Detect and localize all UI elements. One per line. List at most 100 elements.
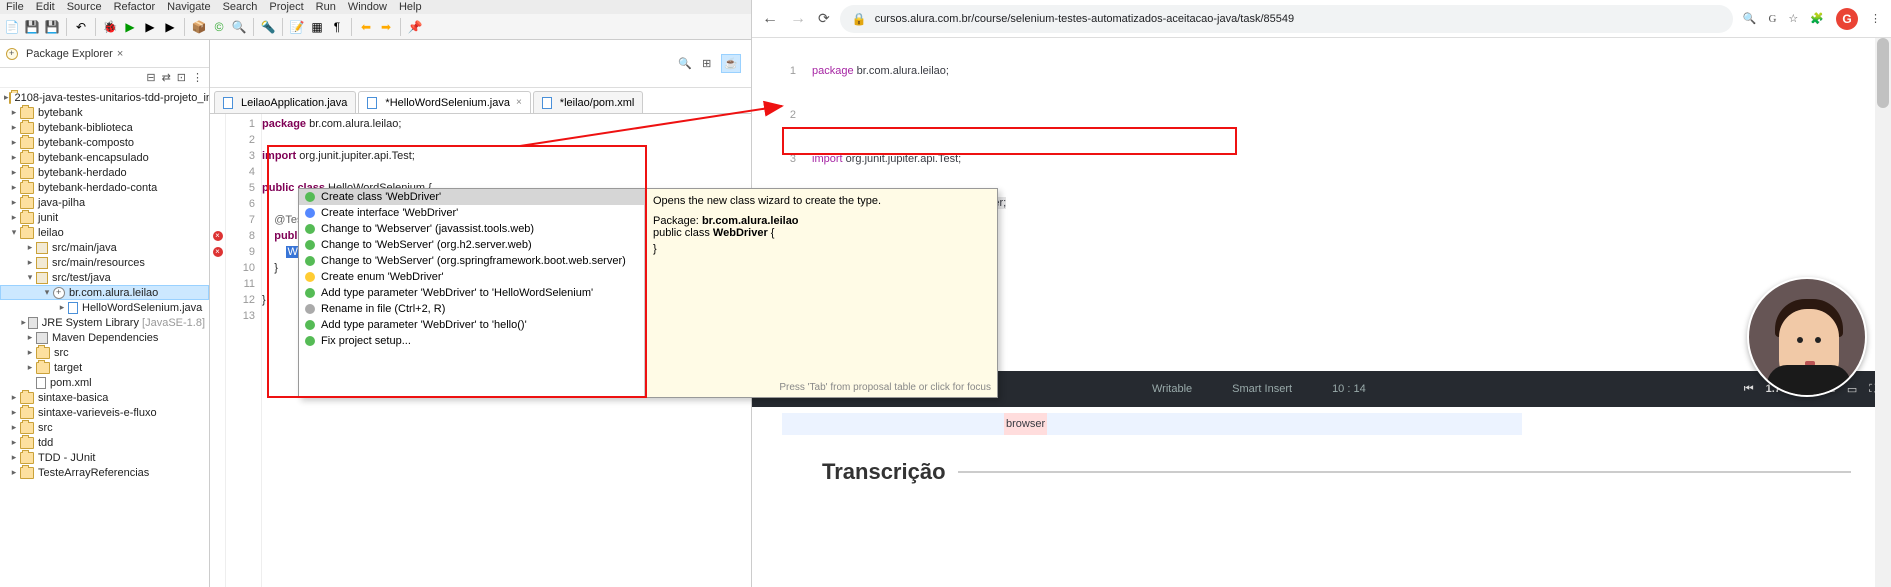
menu-project[interactable]: Project: [269, 1, 303, 13]
quick-fix-item[interactable]: Change to 'WebServer' (org.springframewo…: [299, 253, 644, 269]
quick-fix-item[interactable]: Change to 'Webserver' (javassist.tools.w…: [299, 221, 644, 237]
run-last-icon[interactable]: ▶: [162, 19, 178, 35]
menu-icon[interactable]: ⋮: [1870, 12, 1881, 25]
menu-help[interactable]: Help: [399, 1, 422, 13]
new-class-icon[interactable]: ©: [211, 19, 227, 35]
open-type-icon[interactable]: 🔍: [231, 19, 247, 35]
save-icon[interactable]: 💾: [24, 19, 40, 35]
tree-item[interactable]: ▸TesteArrayReferencias: [0, 465, 209, 480]
menu-refactor[interactable]: Refactor: [114, 1, 156, 13]
bookmark-icon[interactable]: ☆: [1788, 12, 1798, 25]
quick-fix-item[interactable]: Create class 'WebDriver': [299, 189, 644, 205]
editor-tab[interactable]: LeilaoApplication.java: [214, 91, 356, 113]
translate-icon[interactable]: G: [1768, 13, 1776, 25]
tree-item[interactable]: ▸src: [0, 345, 209, 360]
extensions-icon[interactable]: 🧩: [1810, 12, 1824, 25]
pin-icon[interactable]: 📌: [407, 19, 423, 35]
editor-tab[interactable]: *HelloWordSelenium.java×: [358, 91, 530, 113]
close-tab-icon[interactable]: ×: [516, 97, 522, 108]
project-tree[interactable]: ▸2108-java-testes-unitarios-tdd-projeto_…: [0, 88, 209, 587]
editor-tab[interactable]: *leilao/pom.xml: [533, 91, 644, 113]
quick-fix-list[interactable]: Create class 'WebDriver'Create interface…: [299, 189, 645, 397]
folder-icon: [9, 92, 11, 104]
prev-icon[interactable]: ⏮: [1744, 383, 1754, 396]
close-view-icon[interactable]: ×: [117, 48, 123, 60]
tree-item[interactable]: ▾src/test/java: [0, 270, 209, 285]
new-icon[interactable]: 📄: [4, 19, 20, 35]
tree-item[interactable]: ▸src: [0, 420, 209, 435]
toggle-mark-icon[interactable]: 📝: [289, 19, 305, 35]
address-bar[interactable]: 🔒 cursos.alura.com.br/course/selenium-te…: [840, 5, 1733, 33]
run-icon[interactable]: ▶: [122, 19, 138, 35]
tree-item[interactable]: ▸bytebank-herdado: [0, 165, 209, 180]
profile-avatar[interactable]: G: [1836, 8, 1858, 30]
view-menu-icon[interactable]: ⋮: [192, 71, 203, 84]
zoom-icon[interactable]: 🔍: [1743, 12, 1757, 25]
tree-item[interactable]: ▸bytebank: [0, 105, 209, 120]
quick-fix-doc: Opens the new class wizard to create the…: [645, 189, 997, 397]
doc-hint: Press 'Tab' from proposal table or click…: [779, 382, 991, 393]
tree-item[interactable]: ▸bytebank-composto: [0, 135, 209, 150]
tree-item[interactable]: ▸bytebank-biblioteca: [0, 120, 209, 135]
tree-item[interactable]: ▸java-pilha: [0, 195, 209, 210]
tree-item[interactable]: ▾leilao: [0, 225, 209, 240]
line-numbers: 12345 678910 111213: [226, 114, 262, 587]
tree-item[interactable]: ▸bytebank-herdado-conta: [0, 180, 209, 195]
java-perspective-icon[interactable]: ☕: [721, 54, 741, 73]
debug-icon[interactable]: 🐞: [102, 19, 118, 35]
coverage-icon[interactable]: ▶: [142, 19, 158, 35]
quick-fix-item[interactable]: Change to 'WebServer' (org.h2.server.web…: [299, 237, 644, 253]
quick-fix-item[interactable]: Add type parameter 'WebDriver' to 'Hello…: [299, 285, 644, 301]
url-text: cursos.alura.com.br/course/selenium-test…: [875, 13, 1294, 25]
error-marker-icon[interactable]: ×: [213, 231, 223, 241]
new-package-icon[interactable]: 📦: [191, 19, 207, 35]
tree-item[interactable]: ▸HelloWordSelenium.java: [0, 300, 209, 315]
tree-item[interactable]: pom.xml: [0, 375, 209, 390]
menu-navigate[interactable]: Navigate: [167, 1, 210, 13]
tree-item[interactable]: ▸target: [0, 360, 209, 375]
tree-item[interactable]: ▸src/main/java: [0, 240, 209, 255]
scrollbar-thumb[interactable]: [1877, 38, 1889, 108]
toggle-block-icon[interactable]: ▦: [309, 19, 325, 35]
tree-item[interactable]: ▸2108-java-testes-unitarios-tdd-projeto_…: [0, 90, 209, 105]
collapse-all-icon[interactable]: ⊟: [146, 71, 155, 84]
proposal-icon: [305, 320, 315, 330]
nav-fwd-icon[interactable]: ➡: [378, 19, 394, 35]
link-editor-icon[interactable]: ⇄: [162, 71, 171, 84]
nav-back-icon[interactable]: ←: [762, 10, 778, 28]
tree-item[interactable]: ▸junit: [0, 210, 209, 225]
quick-fix-item[interactable]: Create enum 'WebDriver': [299, 269, 644, 285]
src-icon: [36, 242, 48, 254]
quick-access-icon[interactable]: 🔍: [678, 57, 692, 70]
open-perspective-icon[interactable]: ⊞: [702, 57, 711, 70]
menu-file[interactable]: File: [6, 1, 24, 13]
quick-fix-item[interactable]: Rename in file (Ctrl+2, R): [299, 301, 644, 317]
tree-item[interactable]: ▸src/main/resources: [0, 255, 209, 270]
show-whitespace-icon[interactable]: ¶: [329, 19, 345, 35]
eclipse-ide: File Edit Source Refactor Navigate Search Proj…: [0, 0, 752, 587]
tree-item[interactable]: ▸sintaxe-varieveis-e-fluxo: [0, 405, 209, 420]
back-history-icon[interactable]: ↶: [73, 19, 89, 35]
menu-window[interactable]: Window: [348, 1, 387, 13]
focus-icon[interactable]: ⊡: [177, 71, 186, 84]
tree-item[interactable]: ▾br.com.alura.leilao: [0, 285, 209, 300]
quick-fix-item[interactable]: Create interface 'WebDriver': [299, 205, 644, 221]
tree-item[interactable]: ▸Maven Dependencies: [0, 330, 209, 345]
tree-item[interactable]: ▸TDD - JUnit: [0, 450, 209, 465]
quick-fix-item[interactable]: Add type parameter 'WebDriver' to 'hello…: [299, 317, 644, 333]
tree-item[interactable]: ▸sintaxe-basica: [0, 390, 209, 405]
menu-search[interactable]: Search: [223, 1, 258, 13]
search-icon[interactable]: 🔦: [260, 19, 276, 35]
scrollbar[interactable]: [1875, 38, 1891, 587]
nav-reload-icon[interactable]: ⟳: [818, 10, 830, 27]
tree-item[interactable]: ▸bytebank-encapsulado: [0, 150, 209, 165]
menu-source[interactable]: Source: [67, 1, 102, 13]
save-all-icon[interactable]: 💾: [44, 19, 60, 35]
quick-fix-item[interactable]: Fix project setup...: [299, 333, 644, 349]
tree-item[interactable]: ▸JRE System Library [JavaSE-1.8]: [0, 315, 209, 330]
tree-item[interactable]: ▸tdd: [0, 435, 209, 450]
menu-run[interactable]: Run: [316, 1, 336, 13]
nav-back-icon[interactable]: ⬅: [358, 19, 374, 35]
menu-edit[interactable]: Edit: [36, 1, 55, 13]
error-marker-icon[interactable]: ×: [213, 247, 223, 257]
